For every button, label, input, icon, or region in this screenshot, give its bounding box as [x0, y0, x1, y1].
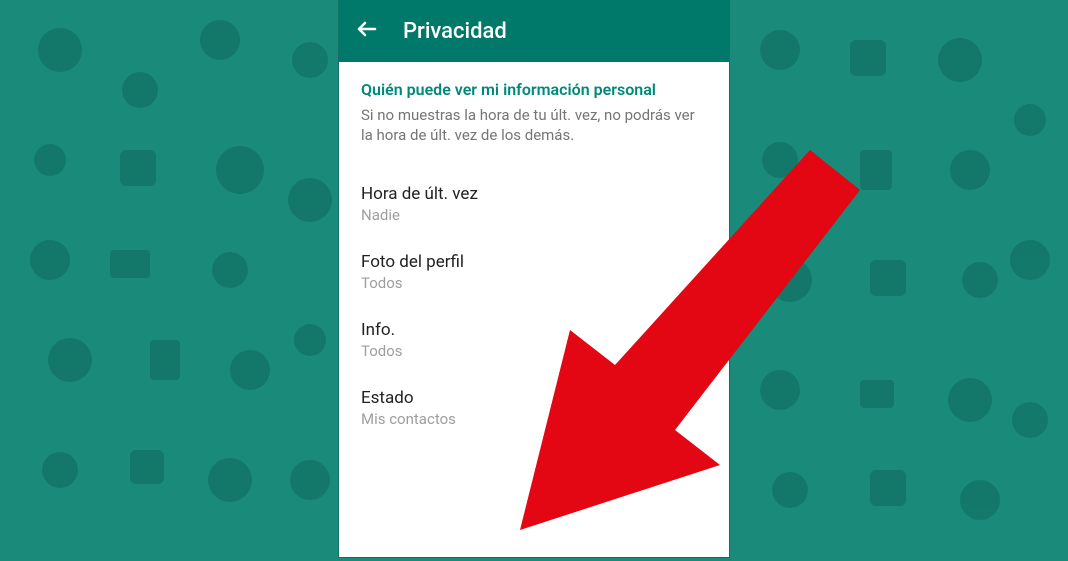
setting-label: Estado: [361, 388, 707, 408]
setting-profile-photo[interactable]: Foto del perfil Todos: [361, 238, 707, 306]
setting-last-seen[interactable]: Hora de últ. vez Nadie: [361, 170, 707, 238]
back-arrow-icon[interactable]: [355, 17, 379, 45]
section-description: Si no muestras la hora de tu últ. vez, n…: [361, 105, 707, 146]
setting-status[interactable]: Estado Mis contactos: [361, 374, 707, 442]
setting-value: Todos: [361, 274, 707, 292]
setting-info[interactable]: Info. Todos: [361, 306, 707, 374]
phone-screen: Privacidad Quién puede ver mi informació…: [339, 0, 729, 557]
toolbar: Privacidad: [339, 0, 729, 62]
settings-content: Quién puede ver mi información personal …: [339, 62, 729, 442]
setting-value: Nadie: [361, 206, 707, 224]
section-header: Quién puede ver mi información personal: [361, 80, 707, 99]
setting-label: Hora de últ. vez: [361, 184, 707, 204]
toolbar-title: Privacidad: [403, 19, 507, 44]
setting-value: Mis contactos: [361, 410, 707, 428]
setting-label: Foto del perfil: [361, 252, 707, 272]
setting-label: Info.: [361, 320, 707, 340]
setting-value: Todos: [361, 342, 707, 360]
